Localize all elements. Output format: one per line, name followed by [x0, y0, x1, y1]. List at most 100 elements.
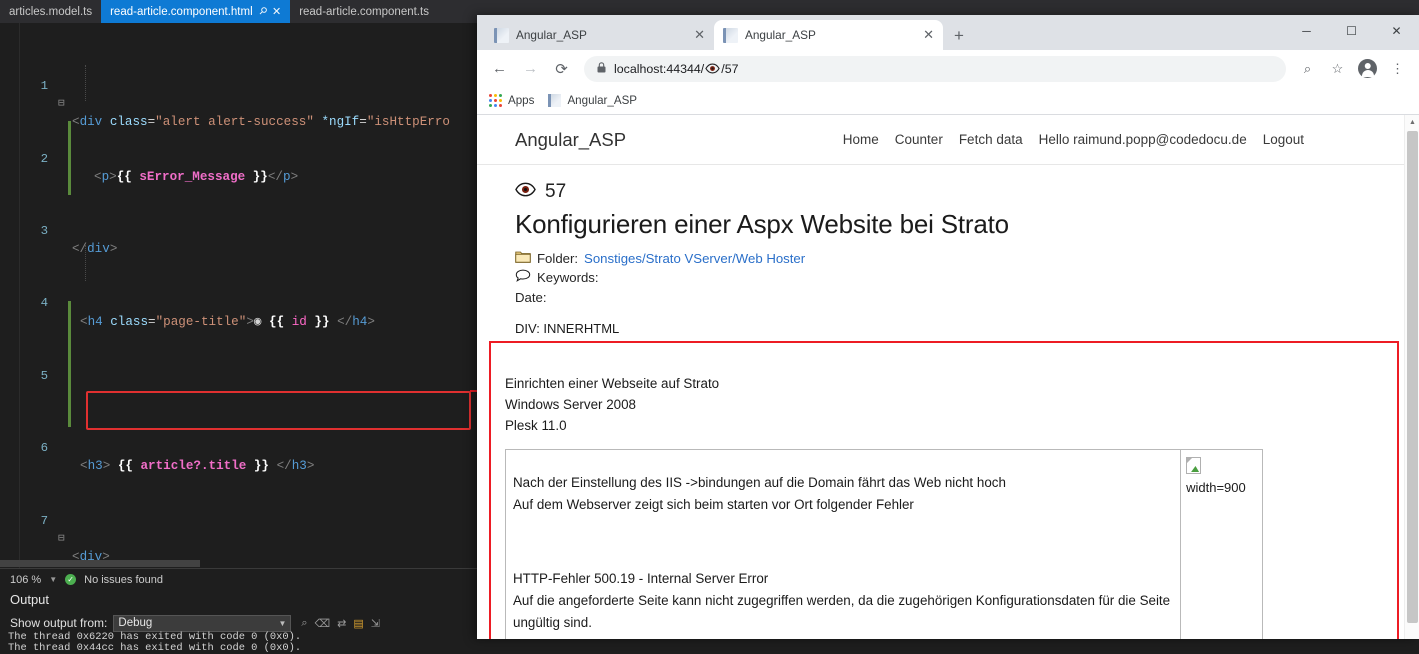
output-source-value: Debug — [118, 616, 153, 629]
maximize-button[interactable]: ☐ — [1329, 15, 1374, 47]
intro-line: Einrichten einer Webseite auf Strato — [505, 376, 720, 391]
nav-link-counter[interactable]: Counter — [895, 132, 943, 147]
url-tail: /57 — [721, 61, 739, 76]
new-tab-button[interactable]: + — [943, 26, 975, 50]
browser-tab-title: Angular_ASP — [745, 28, 816, 42]
code-editor[interactable]: 1 ⊟ <div class="alert alert-success" *ng… — [0, 23, 478, 568]
close-icon[interactable]: ✕ — [923, 27, 934, 43]
eye-icon — [705, 62, 720, 76]
eye-glyph — [705, 63, 720, 73]
line-number: 5 — [40, 368, 48, 383]
browser-toolbar: ← → ⟳ localhost:44344/ /57 ⌕ ☆ ⋮ — [477, 50, 1419, 87]
table-line: Ausführliche Fehlerinformationen — [513, 634, 1170, 639]
url-host: localhost:44344/ — [614, 61, 705, 76]
scroll-up-arrow-icon[interactable]: ▲ — [1405, 115, 1419, 130]
reload-button[interactable]: ⟳ — [547, 54, 576, 83]
browser-tab-1[interactable]: Angular_ASP ✕ — [485, 20, 714, 50]
page-vertical-scrollbar[interactable]: ▲ ▼ — [1404, 115, 1419, 639]
editor-tab-read-article-ts[interactable]: read-article.component.ts — [290, 0, 438, 23]
pin-icon[interactable]: ⚲ — [256, 5, 269, 18]
site-favicon-icon — [723, 27, 738, 43]
bookmark-apps[interactable]: Apps — [489, 94, 534, 107]
views-count: 57 — [545, 181, 567, 202]
date-row: Date: — [515, 288, 1366, 307]
url-text: localhost:44344/ /57 — [614, 62, 738, 76]
bookmark-label: Apps — [508, 94, 535, 107]
article-title: Konfigurieren einer Aspx Website bei Str… — [515, 209, 1009, 239]
chevron-down-icon[interactable]: ▼ — [49, 575, 57, 584]
close-button[interactable]: ✕ — [1374, 15, 1419, 47]
site-brand[interactable]: Angular_ASP — [515, 129, 626, 151]
clear-pane-icon[interactable]: ⌫ — [315, 617, 331, 630]
check-circle-icon: ✓ — [65, 574, 77, 585]
zoom-icon[interactable]: ⌕ — [1294, 55, 1321, 82]
lock-icon[interactable] — [597, 61, 606, 76]
speech-bubble-icon — [515, 268, 531, 287]
chevron-down-icon: ▼ — [278, 618, 287, 628]
nav-link-logout[interactable]: Logout — [1263, 132, 1304, 147]
content-table: Nach der Einstellung des IIS ->bindungen… — [504, 449, 1264, 639]
intro-line: Windows Server 2008 — [505, 397, 636, 412]
code-text: 1 ⊟ <div class="alert alert-success" *ng… — [0, 23, 478, 568]
line-number: 7 — [40, 513, 48, 528]
zoom-level[interactable]: 106 % — [10, 574, 41, 586]
bookmark-angular-asp[interactable]: Angular_ASP — [548, 94, 637, 107]
table-line: ungültig sind. — [513, 615, 592, 630]
table-line: Auf die angeforderte Seite kann nicht zu… — [513, 593, 1171, 608]
lock-glyph — [597, 61, 606, 72]
web-page: Angular_ASP Home Counter Fetch data Hell… — [477, 115, 1404, 639]
browser-tab-2[interactable]: Angular_ASP ✕ — [714, 20, 943, 50]
editor-tab-articles-model[interactable]: articles.model.ts — [0, 0, 102, 23]
fold-toggle-icon[interactable]: ⊟ — [58, 530, 65, 548]
toggle-autoscroll-icon[interactable]: ⇲ — [371, 617, 380, 630]
nav-link-hello-user[interactable]: Hello raimund.popp@codedocu.de — [1039, 132, 1247, 147]
minimize-button[interactable]: ─ — [1284, 15, 1329, 47]
table-line: Auf dem Webserver zeigt sich beim starte… — [513, 497, 914, 512]
folder-link[interactable]: Sonstiges/Strato VServer/Web Hoster — [584, 249, 805, 268]
broken-image-icon — [1186, 457, 1202, 474]
line-number: 6 — [40, 441, 48, 456]
site-favicon-icon — [548, 94, 562, 107]
intro-text-block: Einrichten einer Webseite auf Strato Win… — [491, 343, 1397, 436]
address-bar[interactable]: localhost:44344/ /57 — [584, 55, 1286, 82]
scrollbar-thumb[interactable] — [1407, 131, 1418, 623]
fold-toggle-icon[interactable]: ⊟ — [58, 95, 65, 113]
clear-all-icon[interactable]: ▤ — [353, 617, 363, 630]
browser-menu-icon[interactable]: ⋮ — [1384, 55, 1411, 82]
code-line-1: <div class="alert alert-success" *ngIf="… — [72, 115, 450, 130]
keywords-label: Keywords: — [537, 270, 599, 285]
editor-tab-read-article-html[interactable]: read-article.component.html ⚲ ✕ — [101, 0, 291, 23]
profile-avatar[interactable] — [1354, 55, 1381, 82]
find-message-icon[interactable]: ⌕ — [301, 617, 307, 630]
site-nav-links: Home Counter Fetch data Hello raimund.po… — [843, 132, 1366, 147]
avatar — [1358, 59, 1377, 78]
back-button[interactable]: ← — [485, 54, 514, 83]
innerhtml-heading: DIV: INNERHTML — [515, 321, 620, 336]
nav-link-home[interactable]: Home — [843, 132, 879, 147]
code-line-3: </div> — [72, 242, 118, 257]
output-line: The thread 0x44cc has exited with code 0… — [8, 642, 302, 654]
editor-tab-label: read-article.component.ts — [299, 5, 429, 18]
output-panel-title: Output — [10, 592, 50, 607]
table-blank-line-2 — [513, 542, 1170, 568]
editor-status-bar: 106 % ▼ ✓ No issues found — [0, 568, 478, 590]
table-cell-text: Nach der Einstellung des IIS ->bindungen… — [504, 449, 1182, 639]
editor-horizontal-scrollbar[interactable] — [0, 560, 478, 567]
toolbar-actions: ⌕ ☆ ⋮ — [1294, 55, 1411, 82]
code-line-6: <h3> {{ article?.title }} </h3> — [80, 459, 315, 474]
forward-button[interactable]: → — [516, 54, 545, 83]
toggle-wordwrap-icon[interactable]: ⇄ — [337, 617, 346, 630]
chrome-browser-window: Angular_ASP ✕ Angular_ASP ✕ + ─ ☐ ✕ ← → … — [477, 15, 1419, 639]
site-favicon-icon — [494, 27, 509, 43]
nav-link-fetch-data[interactable]: Fetch data — [959, 132, 1023, 147]
close-icon[interactable]: ✕ — [694, 27, 705, 43]
code-line-2: <p>{{ sError_Message }}</p> — [94, 169, 299, 184]
keywords-row: Keywords: — [515, 268, 1366, 287]
line-number: 4 — [40, 296, 48, 311]
image-caption: width=900 — [1186, 480, 1246, 495]
date-label: Date: — [515, 290, 547, 305]
output-source-select[interactable]: Debug ▼ — [113, 614, 292, 632]
speech-bubble-glyph — [515, 269, 531, 282]
close-icon[interactable]: ✕ — [272, 5, 281, 18]
bookmark-star-icon[interactable]: ☆ — [1324, 55, 1351, 82]
